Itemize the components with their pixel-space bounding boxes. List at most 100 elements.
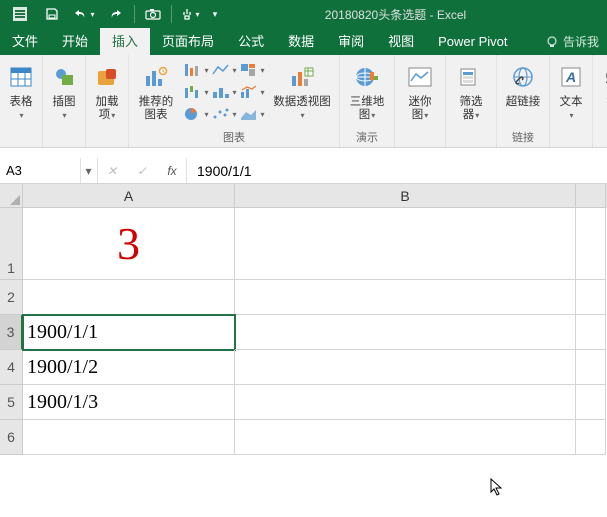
tab-powerpivot[interactable]: Power Pivot	[426, 28, 519, 55]
tours-group-label: 演示	[344, 131, 390, 147]
fx-icon[interactable]: fx	[162, 164, 182, 178]
group-symbols: Ω 符号	[593, 55, 607, 147]
cell-c4[interactable]	[576, 350, 606, 385]
row-header-1[interactable]: 1	[0, 208, 23, 280]
select-all-corner[interactable]	[0, 184, 23, 208]
tell-me[interactable]: 告诉我	[537, 33, 607, 50]
bar-chart-icon[interactable]: ▾	[183, 60, 209, 80]
stat-chart-icon[interactable]: ▾	[211, 82, 237, 102]
cell-c3[interactable]	[576, 315, 606, 350]
recommended-charts-button[interactable]: 推荐的 图表	[133, 58, 179, 124]
cell-c6[interactable]	[576, 420, 606, 455]
recommended-chart-icon	[143, 66, 169, 88]
waterfall-chart-icon[interactable]: ▾	[183, 82, 209, 102]
cell-b1[interactable]	[235, 208, 576, 280]
group-sparklines: 迷你图▾	[395, 55, 446, 147]
group-text: A 文本▾	[550, 55, 593, 147]
formula-input[interactable]	[187, 158, 607, 183]
cell-b5[interactable]	[235, 385, 576, 420]
group-charts: 推荐的 图表 ▾ ▾ ▾ ▾ ▾ ▾ ▾ ▾ ▾	[129, 55, 340, 147]
scatter-chart-icon[interactable]: ▾	[211, 104, 237, 124]
symbols-button[interactable]: Ω 符号	[597, 58, 607, 124]
cell-a1[interactable]: 3	[23, 208, 235, 280]
col-header-c[interactable]	[576, 184, 606, 208]
hyperlink-label: 超链接	[506, 96, 541, 109]
column-headers: A B	[23, 184, 607, 208]
addins-icon	[96, 67, 118, 87]
tab-layout[interactable]: 页面布局	[150, 28, 226, 55]
name-box-input[interactable]	[0, 163, 80, 178]
cell-b4[interactable]	[235, 350, 576, 385]
filters-button[interactable]: 筛选器▾	[450, 58, 492, 124]
cancel-icon[interactable]: ✕	[102, 164, 122, 178]
charts-group-label: 图表	[133, 131, 335, 147]
combo-chart-icon[interactable]: ▾	[239, 82, 265, 102]
tables-button[interactable]: 表格▾	[4, 58, 38, 124]
pivot-chart-button[interactable]: 数据透视图▾	[269, 58, 335, 124]
enter-icon[interactable]: ✓	[132, 164, 152, 178]
cell-c1[interactable]	[576, 208, 606, 280]
col-header-b[interactable]: B	[235, 184, 576, 208]
camera-icon[interactable]	[137, 0, 169, 28]
tab-view[interactable]: 视图	[376, 28, 426, 55]
pivot-chart-label: 数据透视图	[273, 96, 331, 108]
col-header-a[interactable]: A	[23, 184, 235, 208]
row-header-6[interactable]: 6	[0, 420, 23, 455]
row-header-2[interactable]: 2	[0, 280, 23, 315]
row-header-5[interactable]: 5	[0, 385, 23, 420]
touch-mode-icon[interactable]: ▾	[174, 0, 206, 28]
illustrations-button[interactable]: 插图▾	[47, 58, 81, 124]
tab-insert[interactable]: 插入	[100, 28, 150, 55]
undo-icon[interactable]: ▾	[68, 0, 100, 28]
hierarchy-chart-icon[interactable]: ▾	[239, 60, 265, 80]
cell-b3[interactable]	[235, 315, 576, 350]
text-button[interactable]: A 文本▾	[554, 58, 588, 124]
text-label: 文本	[560, 96, 583, 108]
3d-map-button[interactable]: 三维地 图▾	[344, 58, 390, 124]
tab-file[interactable]: 文件	[0, 28, 50, 55]
slicer-icon	[459, 67, 483, 87]
addins-button[interactable]: 加载 项▾	[90, 58, 124, 124]
tell-me-label: 告诉我	[563, 33, 599, 50]
globe-icon	[354, 66, 380, 88]
cell-a3[interactable]: 1900/1/1	[23, 315, 235, 350]
cell-b6[interactable]	[235, 420, 576, 455]
cell-b2[interactable]	[235, 280, 576, 315]
redo-icon[interactable]	[100, 0, 132, 28]
save-icon[interactable]	[36, 0, 68, 28]
hyperlink-button[interactable]: 超链接	[501, 58, 545, 111]
qat-customize-icon[interactable]: ▾	[206, 0, 224, 28]
tab-data[interactable]: 数据	[276, 28, 326, 55]
line-chart-icon[interactable]: ▾	[211, 60, 237, 80]
cell-c2[interactable]	[576, 280, 606, 315]
pie-chart-icon[interactable]: ▾	[183, 104, 209, 124]
cell-a6[interactable]	[23, 420, 235, 455]
qat-divider	[134, 5, 135, 23]
row-header-3[interactable]: 3	[0, 315, 23, 350]
sparklines-button[interactable]: 迷你图▾	[399, 58, 441, 124]
excel-app-icon[interactable]	[4, 0, 36, 28]
group-tables: 表格▾	[0, 55, 43, 147]
cell-a2[interactable]	[23, 280, 235, 315]
row-headers: 1 2 3 4 5 6	[0, 208, 23, 455]
tables-label: 表格	[10, 96, 33, 108]
tab-review[interactable]: 审阅	[326, 28, 376, 55]
tab-home[interactable]: 开始	[50, 28, 100, 55]
cells-area[interactable]: 3 1900/1/1 1900/1/2 1900/1/3	[23, 208, 607, 517]
addins-label: 加载 项	[96, 96, 119, 121]
worksheet-grid: 1 2 3 4 5 6 A B 3 1900/1/1	[0, 184, 607, 517]
recommended-label: 推荐的 图表	[139, 96, 174, 122]
sparkline-icon	[408, 67, 432, 87]
tab-formulas[interactable]: 公式	[226, 28, 276, 55]
name-box-dropdown-icon[interactable]: ▾	[80, 158, 96, 183]
title-bar: ▾ ▾ ▾ 20180820头条选题 - Excel	[0, 0, 607, 28]
cell-a5[interactable]: 1900/1/3	[23, 385, 235, 420]
cell-a4[interactable]: 1900/1/2	[23, 350, 235, 385]
name-box[interactable]: ▾	[0, 158, 98, 183]
surface-chart-icon[interactable]: ▾	[239, 104, 265, 124]
group-filters: 筛选器▾	[446, 55, 497, 147]
table-icon	[10, 67, 32, 87]
group-tours: 三维地 图▾ 演示	[340, 55, 395, 147]
cell-c5[interactable]	[576, 385, 606, 420]
row-header-4[interactable]: 4	[0, 350, 23, 385]
